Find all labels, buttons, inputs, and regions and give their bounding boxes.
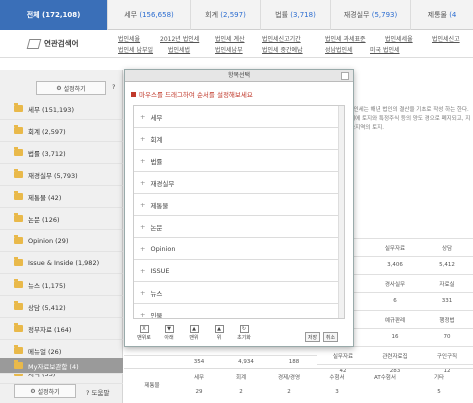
list-item[interactable]: + 재경실무: [134, 172, 344, 194]
list-item[interactable]: + 뉴스: [134, 282, 344, 304]
folder-icon: [14, 147, 23, 156]
move-top-button[interactable]: X 맨위로: [133, 325, 155, 343]
tab-tax[interactable]: 세무 (156,658): [108, 0, 191, 30]
sidebar-item-tax[interactable]: 세무 (151,193): [0, 98, 123, 120]
related-link[interactable]: 법인세 중간예납: [262, 45, 303, 54]
reorder-toolbar: X 맨위로 ▼ 아래 ▲ 맨위 ▲ 위 ↻ 초기화: [133, 325, 255, 343]
list-item[interactable]: + 제통물: [134, 194, 344, 216]
move-down-button[interactable]: ▼ 아래: [158, 325, 180, 343]
related-link[interactable]: 법인세신고: [432, 34, 460, 43]
sidebar-item-opinion[interactable]: Opinion (29): [0, 230, 123, 252]
dialog-hint: 마우스를 드래그하여 순서를 설정해보세요: [131, 89, 253, 99]
related-search-label: 연관검색어: [26, 38, 79, 49]
bullet-icon: [131, 92, 136, 97]
publications-label: 제통물: [144, 383, 160, 389]
related-link[interactable]: 법인세 납부일: [118, 45, 153, 54]
pencil-icon: [26, 39, 42, 49]
list-item[interactable]: + 세무: [134, 106, 344, 128]
gear-icon: ⚙: [56, 84, 64, 92]
sidebar-item-papers[interactable]: 논문 (126): [0, 208, 123, 230]
folder-icon: [14, 125, 23, 134]
sidebar-item-my-archive[interactable]: My자료보관함 (4): [0, 358, 123, 374]
folder-icon: [14, 235, 23, 244]
tab-accounting[interactable]: 회계 (2,597): [191, 0, 261, 30]
folder-icon: [14, 169, 23, 178]
related-link[interactable]: 법인세신고기간: [262, 34, 301, 43]
plus-icon: +: [140, 266, 146, 275]
plus-icon: +: [140, 222, 146, 231]
folder-icon: [14, 103, 23, 112]
sidebar-item-gov[interactable]: 정부자료 (164): [0, 318, 123, 340]
plus-icon: +: [140, 200, 146, 209]
folder-icon: [14, 360, 23, 369]
list-item[interactable]: + 논문: [134, 216, 344, 238]
stats-row: 354 4,934 188: [124, 355, 317, 367]
summary-text: 다. 법인세는 해년 법인의 결산을 기초로 작성 하는 한다. 법인세에 토지…: [340, 107, 471, 131]
plus-icon: +: [140, 244, 146, 253]
help-icon[interactable]: ?: [112, 83, 115, 91]
folder-icon: [14, 345, 23, 354]
category-tabs: 전체 (172,108) 세무 (156,658) 회계 (2,597) 법률 …: [0, 0, 473, 30]
move-first-button[interactable]: ▲ 맨위: [183, 325, 205, 343]
publications-table: 제통물 세무 회계 경제/경영 수험서 AT수험서 기타 29 2 2 3 5: [124, 368, 473, 403]
cancel-button[interactable]: 취소: [323, 332, 338, 342]
sortable-list[interactable]: + 세무 + 회계 + 법률 + 재경실무 + 제통물 + 논문 + Opinion + ISS…: [133, 105, 345, 319]
save-button[interactable]: 저장: [305, 332, 320, 342]
help-link[interactable]: ? 도움말: [86, 387, 109, 397]
category-sidebar: ⚙ 설정하기 ? 세무 (151,193) 회계 (2,597) 법률 (3,7…: [0, 70, 123, 403]
related-link[interactable]: 법인세법: [168, 45, 190, 54]
gear-icon: ⚙: [30, 387, 38, 395]
dialog-title: 항목선택: [125, 70, 353, 82]
folder-icon: [14, 301, 23, 310]
related-link[interactable]: 미국 법인세: [370, 45, 400, 54]
tab-publications[interactable]: 제통물 (4: [411, 0, 473, 30]
list-scrollbar[interactable]: [338, 106, 344, 318]
folder-icon: [14, 213, 23, 222]
settings-button-bottom[interactable]: ⚙ 설정하기: [14, 384, 76, 398]
sidebar-item-publications[interactable]: 제통물 (42): [0, 186, 123, 208]
tab-all[interactable]: 전체 (172,108): [0, 0, 108, 30]
list-item[interactable]: + Opinion: [134, 238, 344, 260]
plus-icon: +: [140, 288, 146, 297]
sidebar-item-issue[interactable]: Issue & Inside (1,982): [0, 252, 123, 274]
folder-icon: [14, 191, 23, 200]
related-link[interactable]: 법인세 계산: [215, 34, 245, 43]
order-settings-dialog: 항목선택 마우스를 드래그하여 순서를 설정해보세요 + 세무 + 회계 + 법률 +…: [124, 69, 354, 347]
related-link[interactable]: 성남법인세: [325, 45, 353, 54]
plus-icon: +: [140, 134, 146, 143]
move-up-button[interactable]: ▲ 위: [208, 325, 230, 343]
plus-icon: +: [140, 156, 146, 165]
sidebar-item-law[interactable]: 법률 (3,712): [0, 142, 123, 164]
plus-icon: +: [140, 178, 146, 187]
folder-icon: [14, 323, 23, 332]
related-search-bar: 연관검색어 법인세율 2012년 법인세 법인세 계산 법인세신고기간 법인세 …: [0, 30, 473, 58]
close-icon[interactable]: [341, 72, 349, 80]
related-link[interactable]: 법인세세율: [385, 34, 413, 43]
sidebar-item-consult[interactable]: 상담 (5,412): [0, 296, 123, 318]
list-item[interactable]: + ISSUE: [134, 260, 344, 282]
list-item[interactable]: + 회계: [134, 128, 344, 150]
list-item[interactable]: + 인물: [134, 304, 344, 319]
tab-law[interactable]: 법률 (3,718): [261, 0, 331, 30]
reset-button[interactable]: ↻ 초기화: [233, 325, 255, 343]
related-link[interactable]: 법인세 과세표준: [325, 34, 366, 43]
folder-icon: [14, 257, 23, 266]
sidebar-item-news[interactable]: 뉴스 (1,175): [0, 274, 123, 296]
settings-button[interactable]: ⚙ 설정하기: [36, 81, 106, 95]
related-link[interactable]: 법인세납부: [215, 45, 243, 54]
related-link[interactable]: 2012년 법인세: [160, 34, 199, 43]
related-link[interactable]: 법인세율: [118, 34, 140, 43]
plus-icon: +: [140, 112, 146, 121]
tab-practice[interactable]: 재경실무 (5,793): [331, 0, 411, 30]
list-item[interactable]: + 법률: [134, 150, 344, 172]
folder-icon: [14, 279, 23, 288]
sidebar-item-practice[interactable]: 재경실무 (5,793): [0, 164, 123, 186]
plus-icon: +: [140, 310, 146, 319]
stats-row: 실무자료 관련자료집 구인구직: [317, 346, 473, 364]
sidebar-item-accounting[interactable]: 회계 (2,597): [0, 120, 123, 142]
